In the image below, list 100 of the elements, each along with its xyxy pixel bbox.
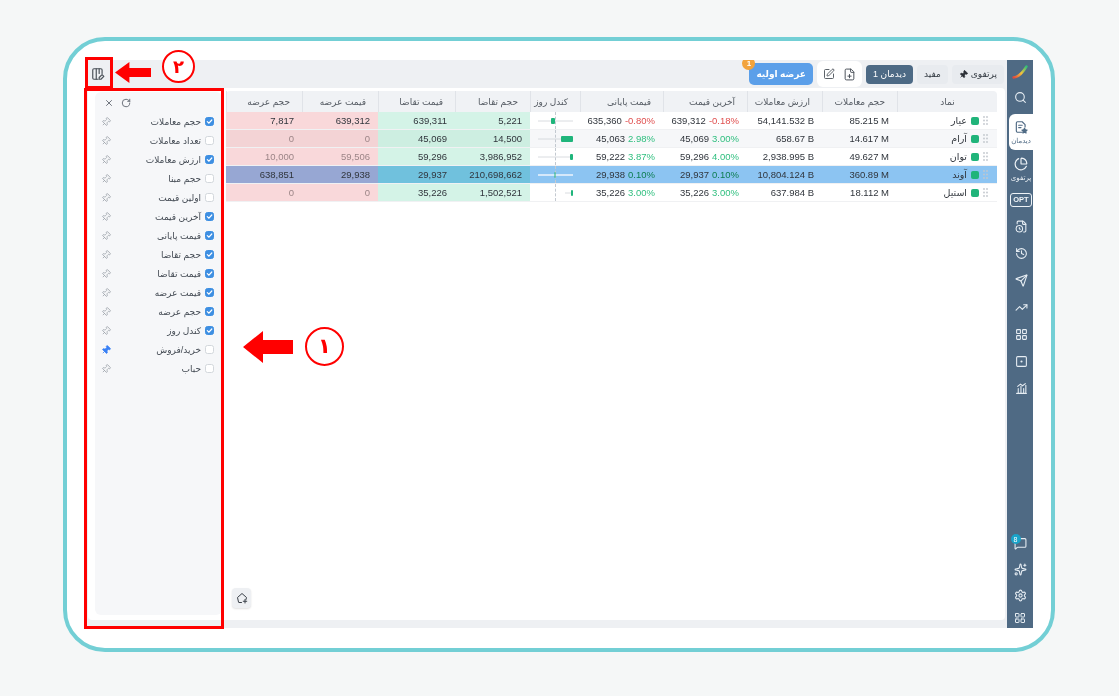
add-note-icon[interactable] bbox=[843, 67, 856, 81]
logo-icon[interactable] bbox=[1012, 64, 1028, 80]
trend-up-icon[interactable] bbox=[1014, 301, 1028, 314]
checkbox[interactable] bbox=[205, 269, 214, 278]
table-cell: 29,938 bbox=[302, 166, 378, 183]
checkbox[interactable] bbox=[205, 326, 214, 335]
column-label: کندل روز bbox=[167, 325, 201, 336]
column-settings-icon[interactable] bbox=[91, 67, 105, 81]
candle-drawing bbox=[538, 153, 573, 160]
table-cell-text: 10,804.124 B bbox=[756, 168, 815, 182]
candle-drawing bbox=[565, 189, 573, 196]
bar-chart-icon[interactable] bbox=[1014, 382, 1028, 395]
price-change: 0.10% bbox=[628, 169, 655, 180]
price-value: 639,312 bbox=[671, 115, 706, 126]
table-cell: 5,221 bbox=[455, 112, 530, 129]
checkbox[interactable] bbox=[205, 212, 214, 221]
price-change: 3.00% bbox=[628, 187, 655, 198]
column-label: حجم عرضه bbox=[158, 306, 201, 317]
table-cell: 0 bbox=[226, 184, 302, 201]
grid-icon[interactable] bbox=[1014, 328, 1028, 341]
send-icon[interactable] bbox=[1014, 274, 1028, 287]
price-change: 2.98% bbox=[628, 133, 655, 144]
drag-handle-icon[interactable] bbox=[983, 152, 988, 161]
table-cell: 0 bbox=[302, 184, 378, 201]
column-label: حباب bbox=[181, 363, 201, 374]
drag-handle-icon[interactable] bbox=[983, 116, 988, 125]
column-label: حجم معاملات bbox=[150, 116, 201, 127]
table-cell: 10,000 bbox=[226, 148, 302, 165]
price-value: 29,938 bbox=[596, 169, 626, 180]
price-change: 0.10% bbox=[712, 169, 739, 180]
candle-drawing bbox=[538, 171, 573, 178]
price-change: 3.00% bbox=[712, 187, 739, 198]
pie-chart-icon bbox=[1014, 156, 1028, 171]
price-change: 4.00% bbox=[712, 151, 739, 162]
column-label: حجم تقاضا bbox=[160, 249, 201, 260]
table-cell: 638,851 bbox=[226, 166, 302, 183]
table-cell: 59,506 bbox=[302, 148, 378, 165]
table-cell: 210,698,662 bbox=[455, 166, 530, 183]
watchlist-tab[interactable]: مفید bbox=[916, 64, 948, 84]
symbol-name: استیل bbox=[943, 187, 967, 198]
price-value: 35,226 bbox=[596, 187, 626, 198]
add-shortcut-button[interactable] bbox=[232, 588, 251, 608]
checkbox[interactable] bbox=[205, 250, 214, 259]
price-change: 3.87% bbox=[628, 151, 655, 162]
checkbox[interactable] bbox=[205, 307, 214, 316]
edit-icon[interactable] bbox=[823, 68, 835, 80]
table-cell: 7,817 bbox=[226, 112, 302, 129]
table-cell: 29,937 bbox=[378, 166, 455, 183]
apps-grid-icon[interactable] bbox=[1014, 612, 1026, 624]
table-cell-text: 54,141.532 B bbox=[756, 114, 815, 128]
checkbox[interactable] bbox=[205, 288, 214, 297]
candle-drawing bbox=[538, 135, 573, 142]
price-value: 59,296 bbox=[680, 151, 710, 162]
settings-icon[interactable] bbox=[1013, 588, 1027, 602]
symbol-name: آوند bbox=[952, 169, 967, 180]
column-label: خرید/فروش bbox=[156, 344, 201, 355]
table-cell-text: 18.112 M bbox=[849, 186, 890, 200]
price-change: 3.00% bbox=[712, 133, 739, 144]
drag-handle-icon[interactable] bbox=[983, 170, 988, 179]
chat-icon[interactable] bbox=[1013, 536, 1027, 550]
column-label: آخرین قیمت bbox=[155, 211, 201, 222]
drag-handle-icon[interactable] bbox=[983, 188, 988, 197]
candle-drawing bbox=[538, 117, 573, 124]
table-cell-text: 14.617 M bbox=[848, 132, 890, 146]
count-badge: 1 bbox=[742, 60, 756, 70]
watchlist-tab[interactable]: دیدمان 1 bbox=[866, 64, 913, 84]
checkbox[interactable] bbox=[205, 231, 214, 240]
close-icon[interactable] bbox=[104, 98, 114, 108]
table-cell: 14,500 bbox=[455, 130, 530, 147]
checkbox[interactable] bbox=[205, 155, 214, 164]
watchlist-tab[interactable]: پرتفوی bbox=[951, 64, 1004, 84]
document-star-icon bbox=[1014, 119, 1028, 134]
table-cell: 0 bbox=[226, 130, 302, 147]
column-label: قیمت تقاضا bbox=[157, 268, 201, 279]
table-cell: 639,312 bbox=[302, 112, 378, 129]
drag-handle-icon[interactable] bbox=[983, 134, 988, 143]
price-change: -0.80% bbox=[624, 115, 655, 126]
table-cell-text: 85.215 M bbox=[848, 114, 890, 128]
column-label: ارزش معاملات bbox=[145, 154, 201, 165]
checkbox[interactable] bbox=[205, 117, 214, 126]
price-value: 29,937 bbox=[680, 169, 710, 180]
history-icon[interactable] bbox=[1014, 247, 1028, 260]
symbol-name: توان bbox=[949, 151, 967, 162]
reset-icon[interactable] bbox=[121, 98, 131, 108]
symbol-name: عیار bbox=[950, 115, 967, 126]
column-label: قیمت پایانی bbox=[156, 230, 201, 241]
search-icon[interactable] bbox=[1013, 90, 1027, 104]
sparkles-icon[interactable] bbox=[1013, 562, 1027, 576]
table-cell: 639,311 bbox=[378, 112, 455, 129]
price-value: 635,360 bbox=[587, 115, 622, 126]
column-label: قیمت عرضه bbox=[154, 287, 201, 298]
table-cell-text: 2,938.995 B bbox=[761, 150, 815, 164]
symbol-name: آرام bbox=[951, 133, 967, 144]
column-label: حجم مبنا bbox=[168, 173, 201, 184]
table-cell: 45,069 bbox=[378, 130, 455, 147]
price-value: 59,222 bbox=[596, 151, 626, 162]
price-value: 45,063 bbox=[596, 133, 626, 144]
column-label: اولین قیمت bbox=[158, 192, 201, 203]
file-clock-icon[interactable] bbox=[1014, 220, 1028, 233]
table-cell: 59,296 bbox=[378, 148, 455, 165]
